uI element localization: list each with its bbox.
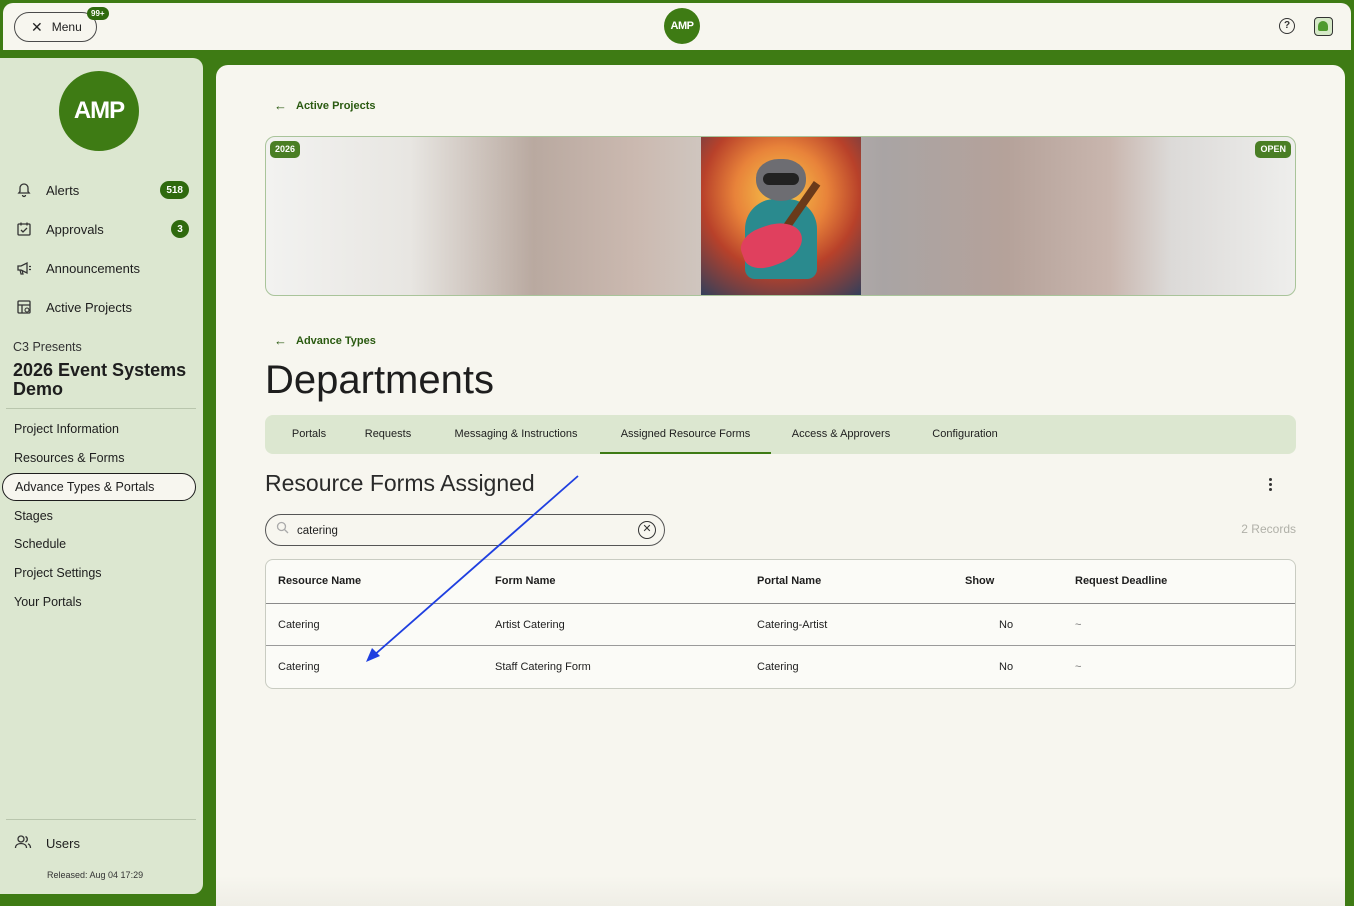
header-divider — [266, 603, 1295, 604]
cell-form-name: Staff Catering Form — [495, 661, 591, 673]
amp-logo-large[interactable]: AMP — [59, 71, 139, 151]
section-title: Resource Forms Assigned — [265, 470, 535, 496]
cell-form-name: Artist Catering — [495, 619, 565, 631]
resource-forms-table: Resource Name Form Name Portal Name Show… — [265, 559, 1296, 689]
sidebar-item-label: Approvals — [46, 221, 104, 237]
cell-resource-name: Catering — [278, 661, 320, 673]
tab-access-approvers[interactable]: Access & Approvers — [781, 415, 901, 454]
release-info: Released: Aug 04 17:29 — [47, 870, 144, 880]
column-header-form-name[interactable]: Form Name — [495, 575, 556, 587]
divider — [6, 408, 196, 409]
cell-portal-name: Catering-Artist — [757, 619, 828, 631]
main-panel: ← Active Projects 2026 OPEN ← Advance Ty… — [216, 65, 1345, 906]
user-avatar-icon[interactable] — [1314, 17, 1333, 36]
records-count: 2 Records — [1241, 522, 1296, 536]
search-icon — [276, 521, 289, 537]
tab-assigned-resource-forms[interactable]: Assigned Resource Forms — [600, 415, 771, 454]
cell-resource-name: Catering — [278, 619, 320, 631]
tab-bar: Portals Requests Messaging & Instruction… — [265, 415, 1296, 454]
bottom-fade — [216, 876, 1345, 906]
project-nav-resources-forms[interactable]: Resources & Forms — [14, 448, 124, 468]
project-board-icon — [14, 297, 34, 317]
project-nav-project-information[interactable]: Project Information — [14, 419, 119, 439]
users-icon — [14, 834, 34, 853]
clear-search-icon[interactable]: ✕ — [638, 521, 656, 539]
menu-label: Menu — [51, 20, 82, 34]
column-header-portal-name[interactable]: Portal Name — [757, 575, 821, 587]
column-header-request-deadline[interactable]: Request Deadline — [1075, 575, 1167, 587]
page-title: Departments — [265, 358, 494, 402]
project-nav-project-settings[interactable]: Project Settings — [14, 563, 102, 583]
sidebar: AMP Alerts 518 Approvals 3 Announcements… — [0, 58, 203, 894]
tab-portals[interactable]: Portals — [278, 415, 340, 454]
project-nav-your-portals[interactable]: Your Portals — [14, 592, 82, 612]
project-title: 2026 Event Systems Demo — [13, 360, 187, 399]
divider — [6, 819, 196, 820]
approvals-count-badge: 3 — [171, 220, 189, 238]
sidebar-item-alerts[interactable]: Alerts 518 — [14, 178, 189, 202]
project-banner: 2026 OPEN — [265, 136, 1296, 296]
amp-logo[interactable]: AMP — [664, 8, 700, 44]
sidebar-item-label: Users — [46, 836, 80, 851]
project-nav-schedule[interactable]: Schedule — [14, 534, 66, 554]
year-badge: 2026 — [270, 141, 301, 158]
back-link-label: Advance Types — [296, 334, 376, 347]
bell-icon — [14, 180, 34, 200]
sidebar-item-users[interactable]: Users — [14, 834, 80, 853]
tab-messaging-instructions[interactable]: Messaging & Instructions — [438, 415, 594, 454]
close-icon: ✕ — [31, 19, 43, 35]
back-link-advance-types[interactable]: ← Advance Types — [274, 333, 376, 348]
help-icon[interactable]: ? — [1279, 18, 1295, 34]
column-header-resource-name[interactable]: Resource Name — [278, 575, 361, 587]
cell-request-deadline: ~ — [1075, 619, 1082, 631]
back-link-active-projects[interactable]: ← Active Projects — [274, 98, 375, 113]
tab-requests[interactable]: Requests — [355, 415, 421, 454]
status-badge: OPEN — [1255, 141, 1291, 158]
cell-show: No — [999, 619, 1014, 631]
sidebar-item-label: Announcements — [46, 260, 140, 276]
search-field[interactable]: ✕ — [265, 514, 665, 546]
more-options-icon[interactable] — [1262, 474, 1278, 494]
sidebar-item-label: Alerts — [46, 182, 80, 198]
sidebar-item-announcements[interactable]: Announcements — [14, 256, 189, 280]
sidebar-item-approvals[interactable]: Approvals 3 — [14, 217, 189, 241]
tab-configuration[interactable]: Configuration — [924, 415, 1006, 454]
megaphone-icon — [14, 258, 34, 278]
banner-image — [701, 137, 861, 295]
search-input[interactable] — [297, 522, 627, 540]
project-nav-advance-types-portals[interactable]: Advance Types & Portals — [2, 473, 196, 501]
top-bar: ✕ Menu 99+ AMP ? — [3, 3, 1351, 50]
project-nav-stages[interactable]: Stages — [14, 506, 53, 526]
cell-portal-name: Catering — [757, 661, 799, 673]
notification-badge: 99+ — [87, 7, 109, 20]
column-header-show[interactable]: Show — [965, 575, 994, 587]
alerts-count-badge: 518 — [160, 181, 189, 199]
menu-button[interactable]: ✕ Menu — [14, 12, 97, 42]
calendar-check-icon — [14, 219, 34, 239]
project-organization: C3 Presents — [13, 340, 82, 354]
arrow-left-icon: ← — [274, 333, 287, 348]
row-divider — [266, 645, 1295, 646]
cell-show: No — [999, 661, 1014, 673]
sidebar-item-label: Active Projects — [46, 299, 132, 315]
back-link-label: Active Projects — [296, 99, 376, 112]
arrow-left-icon: ← — [274, 98, 287, 113]
raccoon-mask — [763, 173, 799, 185]
cell-request-deadline: ~ — [1075, 661, 1082, 673]
sidebar-item-active-projects[interactable]: Active Projects — [14, 295, 189, 319]
